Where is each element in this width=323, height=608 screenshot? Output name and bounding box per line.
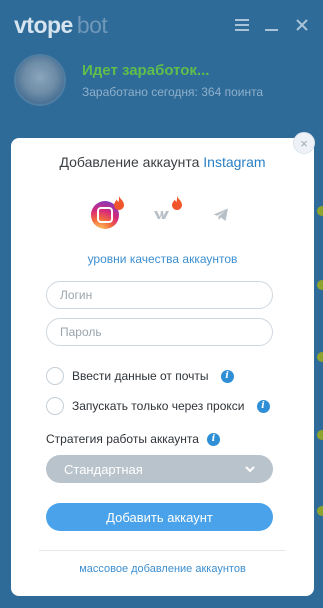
status-title: Идет заработок... xyxy=(82,61,210,79)
login-input[interactable] xyxy=(60,288,259,302)
menu-icon[interactable] xyxy=(235,18,249,32)
earning-status: Идет заработок... Заработано сегодня: 36… xyxy=(0,50,323,106)
robot-avatar xyxy=(14,54,66,106)
flame-icon xyxy=(171,196,182,210)
password-input[interactable] xyxy=(60,325,259,339)
status-dot xyxy=(317,506,323,516)
close-icon[interactable] xyxy=(295,18,309,32)
info-icon[interactable]: i xyxy=(256,399,270,413)
telegram-icon[interactable] xyxy=(207,201,235,229)
status-dot xyxy=(317,352,323,362)
status-earned-today: Заработано сегодня: 364 поинта xyxy=(82,84,264,99)
modal-title-prefix: Добавление аккаунта xyxy=(59,154,200,170)
status-dot xyxy=(317,280,323,290)
mass-add-link[interactable]: массовое добавление аккаунтов xyxy=(11,563,314,575)
info-icon[interactable]: i xyxy=(206,432,220,446)
app-logo: vtope bot xyxy=(14,11,108,38)
app-header: vtope bot xyxy=(0,0,323,50)
strategy-select[interactable]: Стандартная xyxy=(46,455,273,483)
platform-selector xyxy=(11,196,314,229)
status-dot xyxy=(317,430,323,440)
modal-title: Добавление аккаунта Instagram xyxy=(11,154,314,170)
info-icon[interactable]: i xyxy=(220,369,234,383)
add-account-button[interactable]: Добавить аккаунт xyxy=(46,503,273,531)
quality-levels-link[interactable]: уровни качества аккаунтов xyxy=(11,252,314,266)
chevron-down-icon xyxy=(245,466,255,473)
add-account-modal: × Добавление аккаунта Instagram уровни к… xyxy=(11,132,315,596)
flame-icon xyxy=(113,196,124,210)
minimize-icon[interactable] xyxy=(265,18,279,32)
instagram-icon[interactable] xyxy=(90,196,124,229)
status-dot xyxy=(317,206,323,216)
proxy-only-checkbox[interactable] xyxy=(46,397,64,415)
strategy-label-text: Стратегия работы аккаунта xyxy=(46,432,199,446)
window-controls xyxy=(235,18,309,32)
modal-title-platform: Instagram xyxy=(203,154,266,170)
password-field[interactable] xyxy=(46,318,273,346)
email-data-option[interactable]: Ввести данные от почты i xyxy=(46,367,234,385)
proxy-only-option[interactable]: Запускать только через прокси i xyxy=(46,397,270,415)
strategy-selected-value: Стандартная xyxy=(64,461,143,477)
email-data-checkbox[interactable] xyxy=(46,367,64,385)
divider xyxy=(39,550,286,551)
email-data-label: Ввести данные от почты xyxy=(72,369,209,383)
modal-close-button[interactable]: × xyxy=(293,132,315,154)
vk-icon[interactable] xyxy=(149,196,182,229)
login-field[interactable] xyxy=(46,281,273,309)
strategy-label: Стратегия работы аккаунта i xyxy=(46,432,220,446)
proxy-only-label: Запускать только через прокси xyxy=(72,399,245,413)
